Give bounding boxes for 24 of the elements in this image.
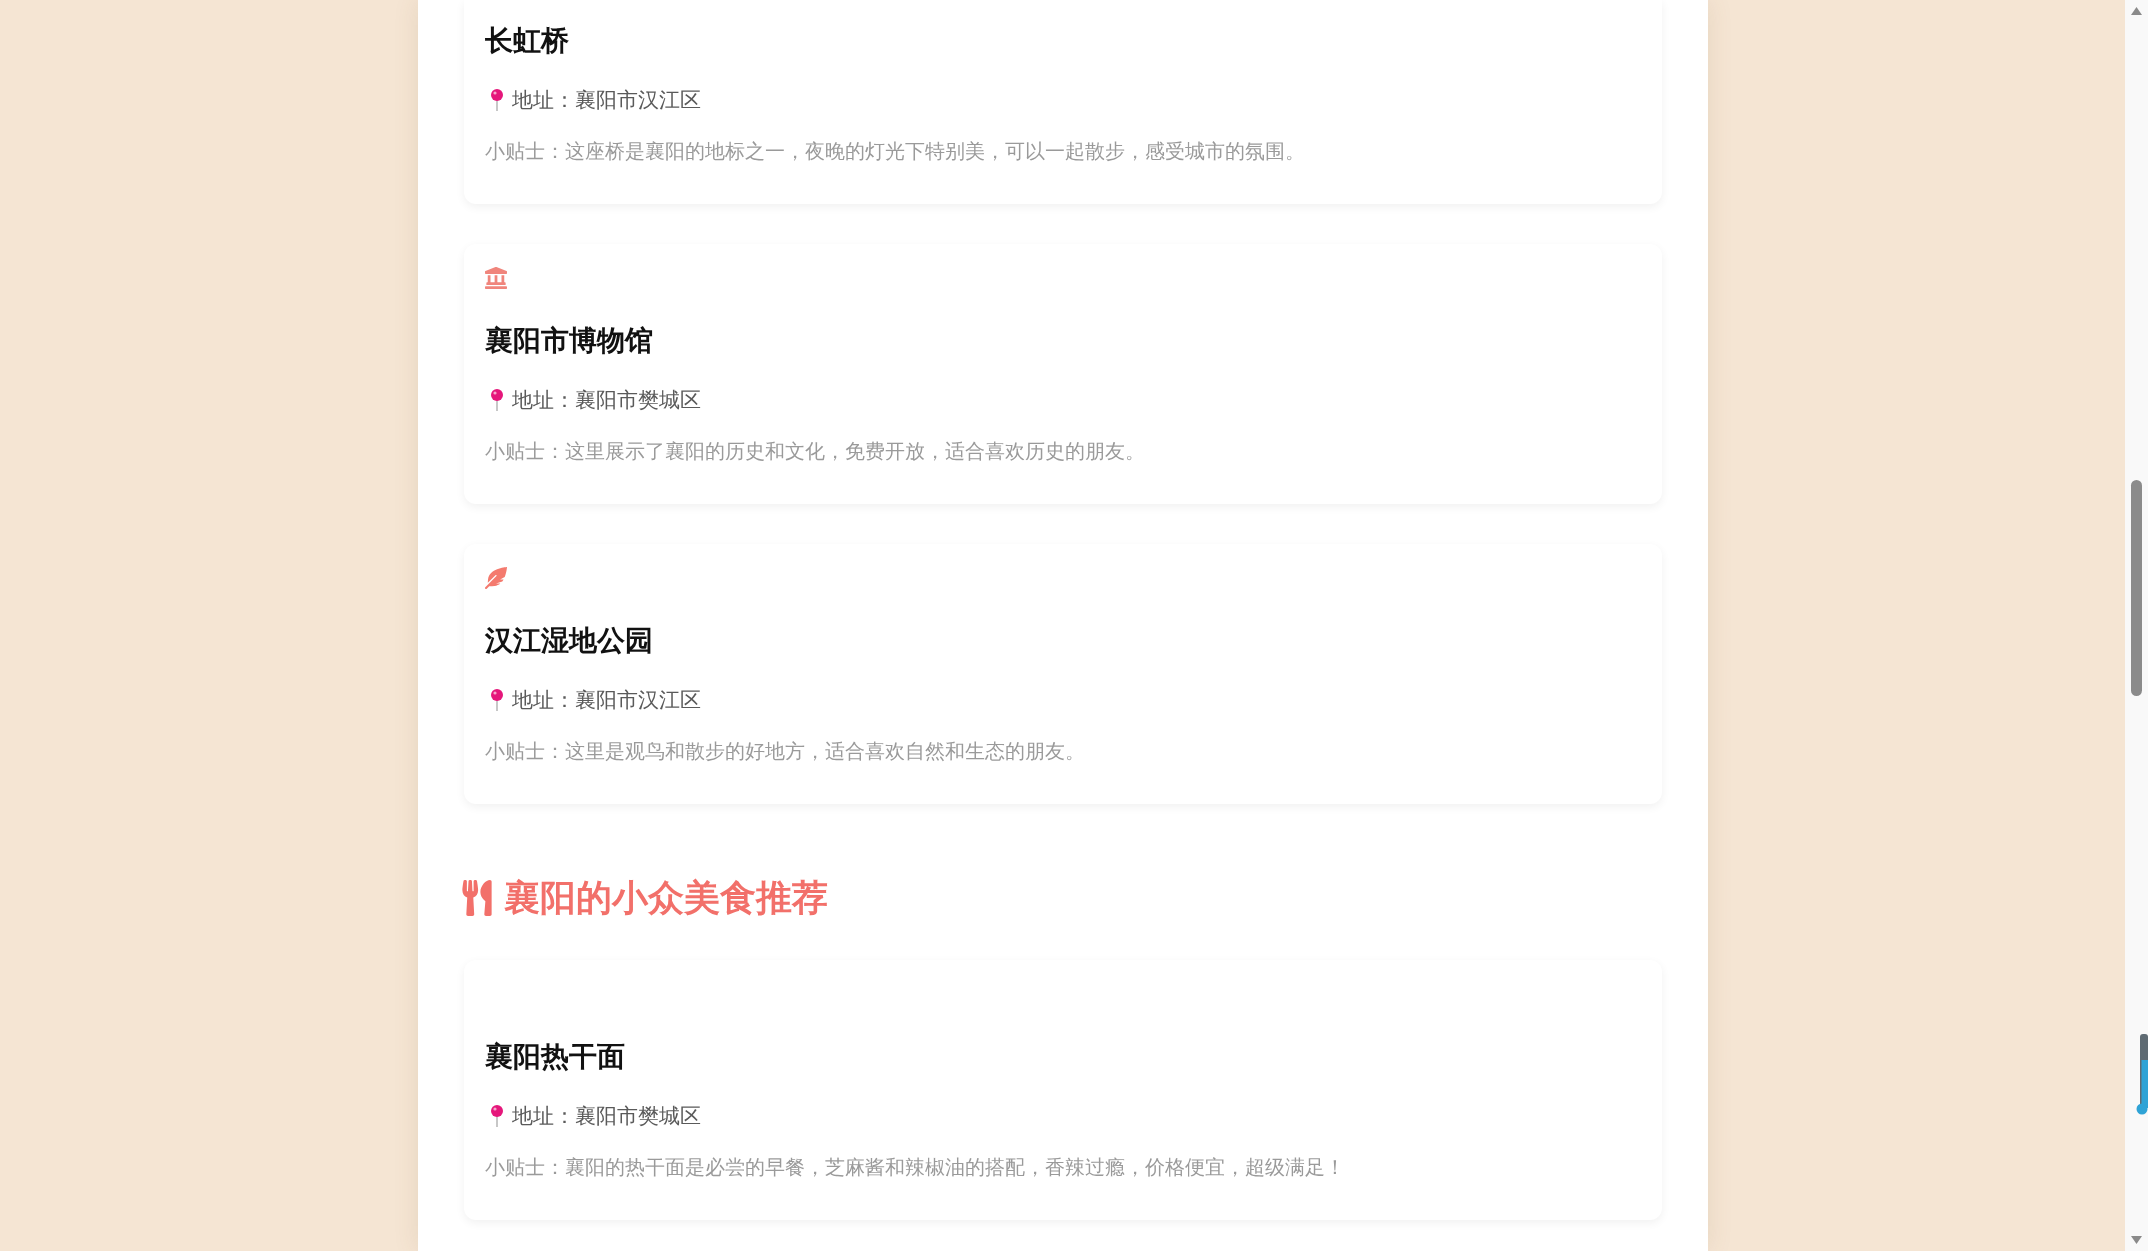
pushpin-icon xyxy=(489,689,504,711)
place-title: 襄阳市博物馆 xyxy=(484,326,654,356)
tip-text: 小贴士：这座桥是襄阳的地标之一，夜晚的灯光下特别美，可以一起散步，感受城市的氛围。 xyxy=(484,139,1306,164)
pushpin-icon xyxy=(489,1105,504,1127)
address-text: 地址：襄阳市汉江区 xyxy=(511,687,701,713)
address-text: 地址：襄阳市樊城区 xyxy=(511,1103,701,1129)
tip-text: 小贴士：襄阳的热干面是必尝的早餐，芝麻酱和辣椒油的搭配，香辣过瘾，价格便宜，超级满足！ xyxy=(484,1155,1346,1180)
feather-icon xyxy=(484,567,507,589)
museum-icon xyxy=(484,267,507,289)
scroll-thumb[interactable] xyxy=(2131,480,2142,696)
pushpin-icon xyxy=(489,389,504,411)
utensils-icon xyxy=(461,880,492,916)
place-title: 襄阳热干面 xyxy=(484,1042,626,1072)
down-arrow-icon xyxy=(2131,1236,2142,1244)
section-heading: 襄阳的小众美食推荐 xyxy=(503,876,828,920)
address-text: 地址：襄阳市汉江区 xyxy=(511,87,701,113)
address-text: 地址：襄阳市樊城区 xyxy=(511,387,701,413)
place-title: 长虹桥 xyxy=(484,26,570,56)
up-arrow-icon xyxy=(2131,7,2142,15)
tip-text: 小贴士：这里是观鸟和散步的好地方，适合喜欢自然和生态的朋友。 xyxy=(484,739,1086,764)
pushpin-icon xyxy=(489,89,504,111)
place-title: 汉江湿地公园 xyxy=(484,626,654,656)
tip-text: 小贴士：这里展示了襄阳的历史和文化，免费开放，适合喜欢历史的朋友。 xyxy=(484,439,1146,464)
thermometer-icon xyxy=(2136,1034,2148,1116)
